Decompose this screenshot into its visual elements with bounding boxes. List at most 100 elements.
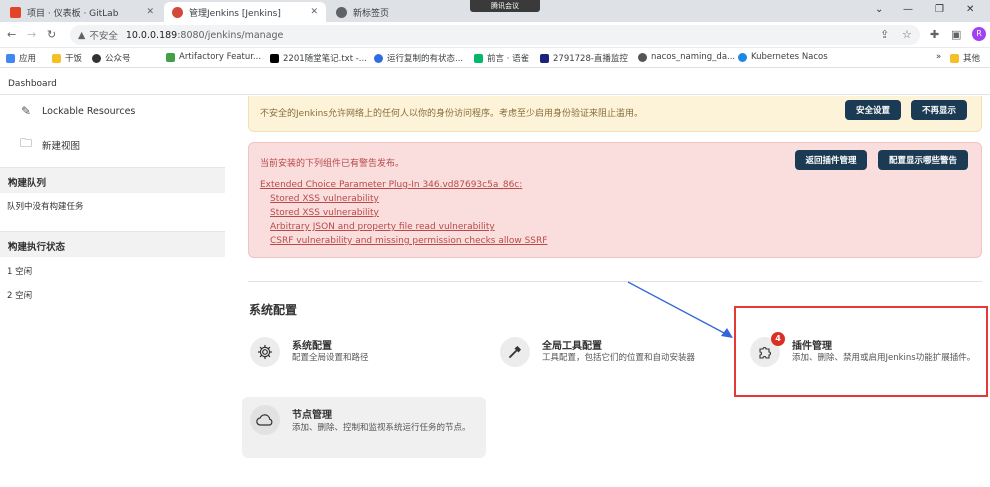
folder-icon [950, 53, 959, 63]
kubernetes-icon [374, 53, 383, 63]
apps-icon [6, 53, 15, 63]
cloud-icon [250, 405, 280, 435]
bookmark-item[interactable]: 运行复制的有状态... [374, 52, 463, 64]
url-input[interactable]: ▲ 不安全 10.0.0.189:8080/jenkins/manage [70, 25, 920, 45]
card-title: 系统配置 [292, 341, 332, 352]
bookmark-item[interactable]: 前言 · 语雀 [474, 52, 529, 64]
bookmark-item[interactable]: 应用 [6, 52, 36, 64]
sidebar: ✎ Lockable Resources 🗀 新建视图 构建队列 ⌵ 队列中没有… [0, 96, 230, 487]
sidebar-item-new-view[interactable]: 🗀 新建视图 [18, 134, 80, 155]
globe-icon [638, 52, 647, 62]
back-icon[interactable]: ← [7, 28, 16, 41]
tab-jenkins[interactable]: 管理Jenkins [Jenkins] ✕ [164, 2, 326, 22]
warning-icon: ▲ [78, 29, 86, 41]
bookmarks-bar: 应用 干饭 公众号 Artifactory Featur... 2201随堂笔记… [0, 48, 990, 68]
bookmark-label: nacos_naming_da... [651, 52, 736, 62]
build-queue-empty: 队列中没有构建任务 [7, 202, 84, 212]
configure-warnings-button[interactable]: 配置显示哪些警告 [878, 150, 968, 170]
chevron-down-icon[interactable]: ⌄ [875, 4, 883, 15]
bookmark-item[interactable]: 2201随堂笔记.txt -... [270, 52, 367, 64]
vulnerability-link[interactable]: CSRF vulnerability and missing permissio… [270, 236, 547, 246]
sidebar-icon[interactable]: ▣ [951, 28, 961, 41]
card-description: 配置全局设置和路径 [292, 353, 369, 363]
build-queue-header[interactable]: 构建队列 ⌵ [0, 167, 225, 193]
plugin-colon: : [519, 180, 523, 190]
restore-icon[interactable]: ❐ [935, 4, 944, 15]
vulnerability-link[interactable]: Arbitrary JSON and property file read vu… [270, 222, 495, 232]
meeting-label: 腾讯会议 [491, 2, 519, 10]
bookmark-item[interactable]: Artifactory Featur... [166, 52, 261, 62]
executors-header[interactable]: 构建执行状态 ⌵ [0, 231, 225, 257]
alert-message: 当前安装的下列组件已有警告发布。 [260, 159, 405, 169]
chevron-down-icon[interactable]: ⌵ [8, 238, 211, 249]
bookmark-item[interactable]: nacos_naming_da... [638, 52, 735, 62]
bookmark-label: 应用 [19, 54, 37, 64]
star-icon[interactable]: ☆ [902, 28, 912, 41]
tab-gitlab[interactable]: 项目 · 仪表板 · GitLab ✕ [2, 2, 162, 22]
meeting-indicator[interactable]: 腾讯会议 [470, 0, 540, 12]
bookmark-label: 2791728-直播监控 [553, 54, 628, 64]
plugin-name: Extended Choice Parameter Plug-In 346.vd… [260, 180, 520, 190]
insecure-label: 不安全 [89, 31, 118, 42]
window-close-icon[interactable]: ✕ [966, 4, 974, 15]
address-bar: ← → ↻ ▲ 不安全 10.0.0.189:8080/jenkins/mana… [0, 22, 990, 48]
reload-icon[interactable]: ↻ [47, 28, 56, 41]
vulnerability-link[interactable]: Stored XSS vulnerability [270, 208, 379, 218]
highlight-box [734, 306, 988, 397]
bookmark-item[interactable]: 其他 [950, 52, 980, 64]
extensions-icon[interactable]: ✚ [930, 28, 939, 41]
minimize-icon[interactable]: — [903, 4, 913, 15]
bookmark-label: Kubernetes Nacos [751, 52, 828, 62]
bookmark-label: 公众号 [105, 54, 131, 64]
chevron-down-icon[interactable]: ⌵ [8, 174, 211, 185]
bookmark-label: 运行复制的有状态... [387, 54, 464, 64]
executor-row[interactable]: 1 空闲 [7, 265, 32, 277]
tab-title: 项目 · 仪表板 · GitLab [27, 8, 119, 19]
close-icon[interactable]: ✕ [146, 7, 154, 17]
security-settings-button[interactable]: 安全设置 [845, 100, 901, 120]
plugin-warnings-alert: 当前安装的下列组件已有警告发布。 返回插件管理 配置显示哪些警告 Extende… [248, 142, 982, 258]
forward-icon[interactable]: → [27, 28, 36, 41]
button-label: 返回插件管理 [805, 156, 857, 166]
tab-new[interactable]: 新标签页 [328, 2, 468, 22]
share-icon[interactable]: ⇪ [880, 28, 889, 41]
plugin-link[interactable]: Extended Choice Parameter Plug-In 346.vd… [260, 180, 522, 190]
button-label: 不再显示 [921, 106, 956, 116]
divider [248, 281, 982, 282]
button-label: 安全设置 [855, 106, 890, 116]
hammer-icon [500, 337, 530, 367]
vulnerability-link[interactable]: Stored XSS vulnerability [270, 194, 379, 204]
sidebar-item-lockable-resources[interactable]: ✎ Lockable Resources [18, 104, 135, 118]
bookmark-item[interactable]: 干饭 [52, 52, 82, 64]
node-manager-card[interactable]: 节点管理 添加、删除、控制和监视系统运行任务的节点。 [242, 397, 486, 458]
bookmark-item[interactable]: 2791728-直播监控 [540, 52, 628, 64]
executor-row[interactable]: 2 空闲 [7, 289, 32, 301]
bookmark-item[interactable]: 公众号 [92, 52, 131, 64]
executor-number: 2 [7, 291, 13, 301]
section-title: 系统配置 [249, 303, 298, 317]
folder-icon: 🗀 [19, 136, 32, 150]
more-bookmarks-icon[interactable]: » [936, 52, 941, 62]
tab-title: 新标签页 [353, 8, 390, 19]
dismiss-button[interactable]: 不再显示 [911, 100, 967, 120]
bookmark-label: 其他 [963, 54, 981, 64]
security-warning-alert: 不安全的Jenkins允许网络上的任何人以你的身份访问程序。考虑至少启用身份验证… [248, 96, 982, 132]
plugin-manager-button[interactable]: 返回插件管理 [795, 150, 867, 170]
breadcrumb-dashboard[interactable]: Dashboard [8, 79, 57, 89]
tab-title: 管理Jenkins [Jenkins] [189, 8, 281, 19]
system-config-card[interactable]: 系统配置 配置全局设置和路径 [248, 331, 488, 379]
close-icon[interactable]: ✕ [310, 7, 318, 17]
link-icon [738, 52, 747, 62]
sidebar-item-label: Lockable Resources [42, 105, 136, 117]
bookmark-label: 前言 · 语雀 [487, 54, 530, 64]
bookmark-label: Artifactory Featur... [179, 52, 262, 62]
github-icon [92, 53, 101, 63]
card-title: 全局工具配置 [542, 341, 602, 352]
gitlab-icon [10, 6, 21, 18]
bookmark-item[interactable]: Kubernetes Nacos [738, 52, 828, 62]
card-description: 工具配置，包括它们的位置和自动安装器 [542, 353, 696, 363]
card-description: 添加、删除、控制和监视系统运行任务的节点。 [292, 423, 471, 433]
executor-state: 空闲 [15, 267, 33, 277]
avatar[interactable]: R [972, 27, 986, 41]
global-tool-config-card[interactable]: 全局工具配置 工具配置，包括它们的位置和自动安装器 [498, 331, 730, 379]
